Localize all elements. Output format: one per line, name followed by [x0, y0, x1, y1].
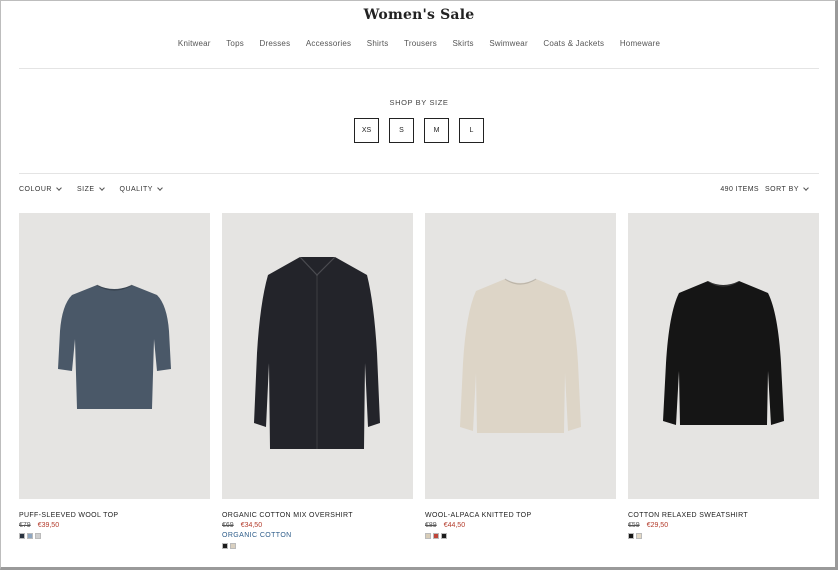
product-image[interactable]	[19, 213, 210, 499]
product-card[interactable]: COTTON RELAXED SWEATSHIRT €59 €29,50	[628, 213, 819, 549]
color-swatch[interactable]	[27, 533, 33, 539]
category-link-trousers[interactable]: Trousers	[396, 39, 444, 48]
colour-filter[interactable]: COLOUR	[19, 185, 62, 193]
shop-by-size-label: SHOP BY SIZE	[389, 98, 449, 107]
color-swatches	[222, 543, 413, 549]
results-toolbar: 490 ITEMS SORT BY	[720, 185, 809, 193]
color-swatch[interactable]	[628, 533, 634, 539]
color-swatch[interactable]	[35, 533, 41, 539]
product-name[interactable]: PUFF-SLEEVED WOOL TOP	[19, 512, 210, 519]
product-grid: PUFF-SLEEVED WOOL TOP €79 €39,50 ORGANIC…	[19, 213, 819, 549]
sale-price: €29,50	[646, 522, 669, 529]
color-swatch[interactable]	[222, 543, 228, 549]
color-swatch[interactable]	[636, 533, 642, 539]
category-link-swimwear[interactable]: Swimwear	[482, 39, 536, 48]
original-price: €79	[19, 522, 31, 529]
color-swatch[interactable]	[425, 533, 431, 539]
garment-illustration	[460, 278, 581, 433]
color-swatches	[628, 533, 819, 539]
category-link-knitwear[interactable]: Knitwear	[170, 39, 218, 48]
product-image[interactable]	[222, 213, 413, 499]
size-filter-label: SIZE	[76, 186, 95, 193]
sort-by-label: SORT BY	[765, 186, 799, 193]
category-link-tops[interactable]: Tops	[218, 39, 251, 48]
color-swatch[interactable]	[230, 543, 236, 549]
quality-filter[interactable]: QUALITY	[119, 185, 163, 193]
category-nav: Knitwear Tops Dresses Accessories Shirts…	[0, 39, 838, 48]
garment-illustration	[663, 280, 784, 425]
category-link-shirts[interactable]: Shirts	[359, 39, 396, 48]
product-name[interactable]: ORGANIC COTTON MIX OVERSHIRT	[222, 512, 413, 519]
sort-by-dropdown[interactable]: SORT BY	[765, 185, 809, 193]
product-prices: €79 €39,50	[19, 522, 210, 529]
color-swatches	[425, 533, 616, 539]
chevron-down-icon	[56, 185, 62, 191]
size-button-xs[interactable]: XS	[354, 118, 379, 143]
header-divider	[19, 68, 819, 69]
original-price: €69	[222, 522, 234, 529]
color-swatch[interactable]	[441, 533, 447, 539]
product-image[interactable]	[425, 213, 616, 499]
size-filter[interactable]: SIZE	[76, 185, 105, 193]
original-price: €59	[628, 522, 640, 529]
color-swatch[interactable]	[433, 533, 439, 539]
color-swatches	[19, 533, 210, 539]
chevron-down-icon	[98, 185, 105, 191]
category-link-coats-jackets[interactable]: Coats & Jackets	[536, 39, 612, 48]
size-button-s[interactable]: S	[389, 118, 414, 143]
category-link-dresses[interactable]: Dresses	[252, 39, 298, 48]
product-prices: €59 €29,50	[628, 522, 819, 529]
garment-illustration	[254, 256, 380, 449]
sale-price: €39,50	[37, 522, 60, 529]
items-count: 490 ITEMS	[720, 186, 760, 193]
product-prices: €69 €34,50	[222, 522, 413, 529]
size-button-group: XS S M L	[354, 118, 484, 143]
color-swatch[interactable]	[19, 533, 25, 539]
product-name[interactable]: WOOL-ALPACA KNITTED TOP	[425, 512, 616, 519]
category-link-accessories[interactable]: Accessories	[298, 39, 359, 48]
original-price: €89	[425, 522, 437, 529]
sale-price: €34,50	[240, 522, 263, 529]
product-name[interactable]: COTTON RELAXED SWEATSHIRT	[628, 512, 819, 519]
category-link-homeware[interactable]: Homeware	[612, 39, 668, 48]
product-prices: €89 €44,50	[425, 522, 616, 529]
chevron-down-icon	[157, 185, 163, 191]
filter-divider	[19, 173, 819, 174]
size-button-l[interactable]: L	[459, 118, 484, 143]
category-link-skirts[interactable]: Skirts	[445, 39, 482, 48]
page-title: Women's Sale	[363, 7, 475, 23]
product-card[interactable]: ORGANIC COTTON MIX OVERSHIRT €69 €34,50 …	[222, 213, 413, 549]
quality-filter-label: QUALITY	[119, 186, 153, 193]
product-card[interactable]: PUFF-SLEEVED WOOL TOP €79 €39,50	[19, 213, 210, 549]
colour-filter-label: COLOUR	[19, 186, 52, 193]
sale-price: €44,50	[443, 522, 466, 529]
product-image[interactable]	[628, 213, 819, 499]
size-button-m[interactable]: M	[424, 118, 449, 143]
material-tag[interactable]: ORGANIC COTTON	[222, 532, 413, 539]
chevron-down-icon	[803, 185, 809, 191]
garment-illustration	[58, 284, 171, 409]
product-card[interactable]: WOOL-ALPACA KNITTED TOP €89 €44,50	[425, 213, 616, 549]
filter-bar: COLOUR SIZE QUALITY	[19, 185, 163, 193]
